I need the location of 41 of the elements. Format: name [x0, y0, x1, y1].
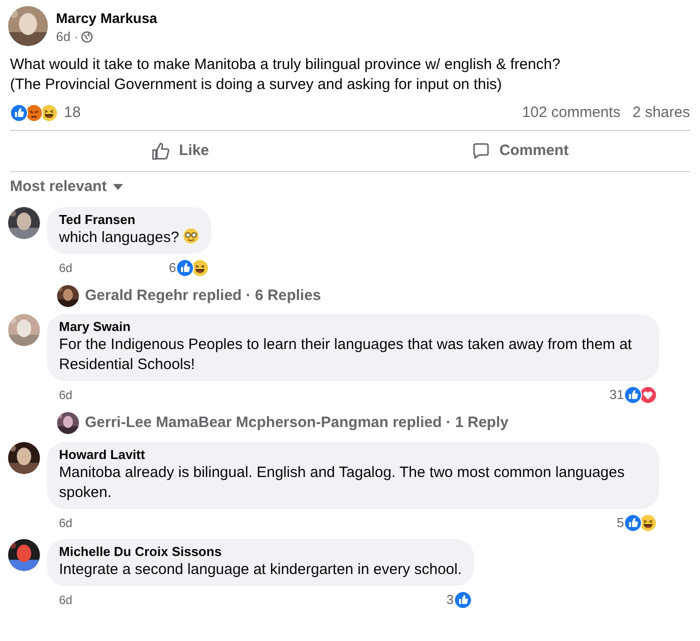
author-name[interactable]: Marcy Markusa	[56, 9, 158, 27]
comment-button[interactable]: Comment	[350, 131, 690, 171]
comments-count[interactable]: 102 comments	[522, 102, 620, 124]
laughing-face-icon	[191, 258, 210, 276]
reaction-count[interactable]: 18	[64, 102, 81, 124]
thumbs-up-icon	[176, 258, 194, 276]
like-button[interactable]: Like	[10, 131, 350, 171]
replies-link[interactable]: Gerri-Lee MamaBear Mcpherson-Pangman replied · 1 Reply	[85, 412, 508, 434]
post-time[interactable]: 6d ·	[56, 27, 78, 46]
sort-dropdown[interactable]: Most relevant	[10, 176, 123, 198]
post-text: What would it take to make Manitoba a truly bilingual province w/ english & french?	[10, 54, 562, 74]
comment-time[interactable]: 6d	[59, 514, 72, 532]
thumbs-up-icon	[624, 386, 642, 404]
comment-text: Integrate a second language at kindergarten in every school.	[59, 560, 462, 580]
comment-text: Manitoba already is bilingual. English and Tagalog. The two most common languages spoken.	[59, 462, 626, 502]
reaction-count[interactable]: 3	[446, 590, 454, 610]
reaction-count[interactable]: 5	[616, 512, 624, 532]
commenter-name[interactable]: Ted Fransen	[59, 212, 200, 228]
angry-face-icon	[25, 104, 43, 122]
shares-count[interactable]: 2 shares	[632, 102, 690, 124]
comment-time[interactable]: 6d	[59, 258, 72, 276]
commenter-name[interactable]: Michelle Du Croix Sissons	[59, 544, 462, 560]
thumbs-up-icon	[10, 104, 28, 122]
thumbs-up-icon	[624, 514, 642, 532]
post-text: (The Provincial Government is doing a survey and asking for input on this)	[10, 74, 503, 94]
thumbs-up-icon	[454, 590, 472, 608]
comment-time[interactable]: 6d	[59, 386, 72, 404]
comment-text: For the Indigenous Peoples to learn their languages that was taken away from them at Residential Schools!	[59, 335, 633, 375]
reaction-count[interactable]: 31	[610, 385, 624, 405]
commenter-name[interactable]: Mary Swain	[59, 319, 647, 335]
replies-link[interactable]: Gerald Regehr replied · 6 Replies	[85, 284, 321, 307]
reaction-count[interactable]: 6	[168, 258, 176, 278]
speech-bubble-icon	[471, 141, 492, 161]
caret-icon	[112, 184, 123, 190]
thumbs-up-icon	[150, 141, 171, 161]
commenter-name[interactable]: Howard Lavitt	[59, 446, 647, 462]
laughing-face-icon	[40, 104, 58, 122]
laughing-face-icon	[639, 514, 657, 532]
comment-text: which languages?	[59, 228, 200, 248]
comment-time[interactable]: 6d	[59, 590, 72, 608]
glasses-face-icon	[183, 228, 200, 244]
